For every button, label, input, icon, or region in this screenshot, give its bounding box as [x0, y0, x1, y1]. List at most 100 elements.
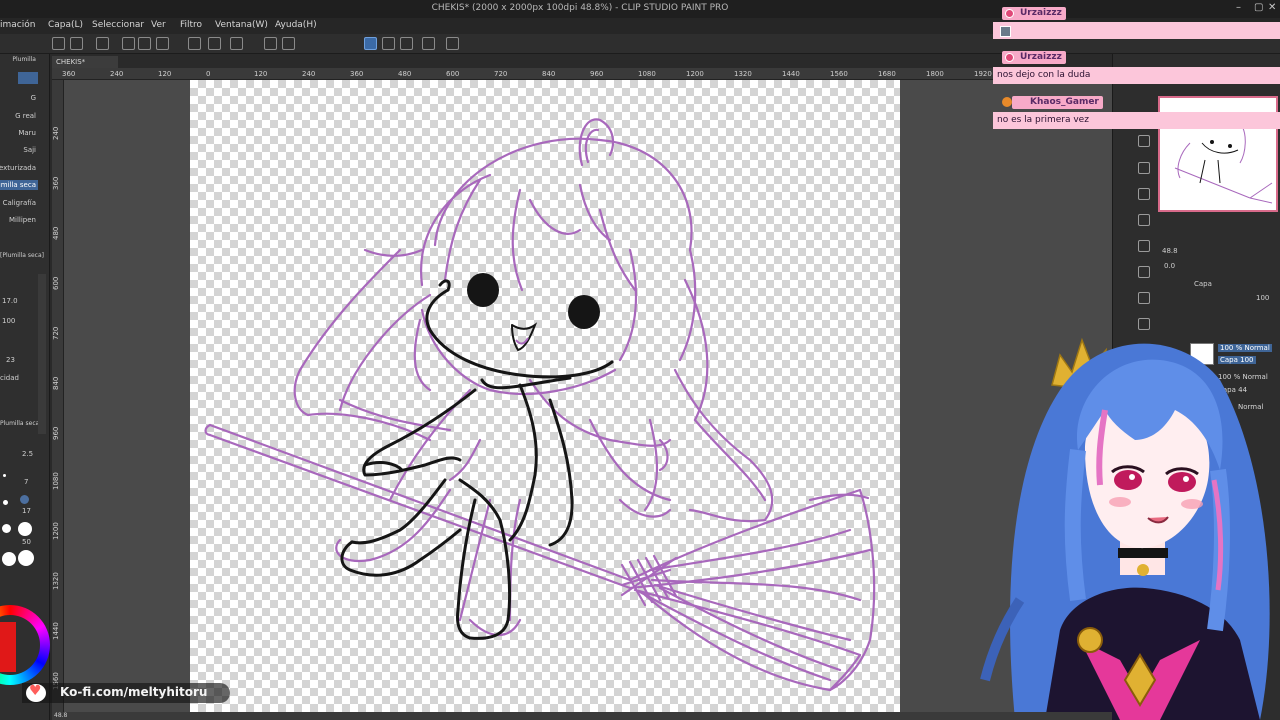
emote-icon — [1000, 26, 1011, 37]
brush-item-selected-top[interactable] — [18, 72, 38, 84]
title-bar: CHEKIS* (2000 x 2000px 100dpi 48.8%) - C… — [0, 0, 1280, 18]
opacity-value[interactable]: 100 — [2, 317, 15, 325]
brush-size-dot[interactable] — [3, 474, 6, 477]
history-icon[interactable] — [1138, 240, 1150, 252]
settings-icon[interactable] — [96, 37, 109, 50]
app-window: CHEKIS* (2000 x 2000px 100dpi 48.8%) - C… — [0, 0, 1280, 720]
redo-icon[interactable] — [208, 37, 221, 50]
pencil-tool-icon[interactable] — [400, 37, 413, 50]
edit-icon[interactable] — [70, 37, 83, 50]
layers-icon[interactable] — [1138, 162, 1150, 174]
subview-icon[interactable] — [1138, 214, 1150, 226]
moderator-badge-icon — [1005, 53, 1014, 62]
brush-item-texturizada[interactable]: Texturizada — [0, 164, 36, 172]
stabilization-value[interactable]: 23 — [6, 356, 15, 364]
brush-item-maru[interactable]: Maru — [18, 129, 36, 137]
brush-tool-icon[interactable] — [382, 37, 395, 50]
rotate-value[interactable]: 0.0 — [1164, 262, 1175, 270]
brush-size-dot[interactable] — [18, 522, 32, 536]
current-color-swatch[interactable] — [0, 622, 16, 672]
minimize-button[interactable]: – — [1236, 2, 1241, 13]
size-preset-50[interactable]: 50 — [22, 538, 31, 546]
ruler-tick-label: 120 — [254, 70, 268, 78]
brush-size-dot-selected[interactable] — [20, 495, 29, 504]
moderator-badge-icon — [1005, 9, 1014, 18]
kofi-banner: Ko-fi.com/meltyhitoru — [22, 683, 230, 703]
fill-icon[interactable] — [264, 37, 277, 50]
brush-item-saji[interactable]: Saji — [23, 146, 36, 154]
ruler-tick-label: 240 — [302, 70, 316, 78]
left-eye — [467, 273, 499, 307]
material-icon[interactable] — [1138, 188, 1150, 200]
ruler-tick-label: 840 — [542, 70, 556, 78]
brush-size-dot[interactable] — [2, 524, 11, 533]
menu-seleccionar[interactable]: Seleccionar — [92, 20, 144, 30]
brush-size-dot[interactable] — [2, 552, 16, 566]
transform-icon[interactable] — [282, 37, 295, 50]
save-icon[interactable] — [156, 37, 169, 50]
chat-message: no es la primera vez — [993, 112, 1280, 129]
auto-action-icon[interactable] — [1138, 266, 1150, 278]
layer-tab-label[interactable]: Capa — [1194, 280, 1212, 288]
menu-capa[interactable]: Capa(L) — [48, 20, 83, 30]
menu-icon[interactable] — [52, 37, 65, 50]
maximize-button[interactable]: ▢ — [1254, 2, 1263, 13]
drawing-canvas[interactable] — [190, 80, 900, 720]
sub-tool-scrollbar[interactable] — [38, 274, 46, 434]
tab-chekis[interactable]: CHEKIS* — [52, 56, 118, 68]
ruler-tick-label: 1200 — [686, 70, 704, 78]
menu-ventana[interactable]: Ventana(W) — [215, 20, 268, 30]
size-preset-2-5[interactable]: 2.5 — [22, 450, 33, 458]
ruler-tick-label: 960 — [590, 70, 604, 78]
vtuber-avatar — [980, 337, 1270, 720]
menu-filtro[interactable]: Filtro — [180, 20, 202, 30]
brush-item-g-real[interactable]: G real — [15, 112, 36, 120]
menu-ayuda[interactable]: Ayuda(H) — [275, 20, 317, 30]
zoom-value[interactable]: 48.8 — [1162, 247, 1178, 255]
ruler-tick-label: 0 — [206, 70, 211, 78]
chat-username: Khaos_Gamer — [1002, 96, 1103, 109]
ruler-tick-label: 1440 — [782, 70, 800, 78]
kofi-link[interactable]: Ko-fi.com/meltyhitoru — [60, 685, 207, 699]
ruler-tick-label: 480 — [52, 226, 60, 240]
new-file-icon[interactable] — [122, 37, 135, 50]
brush-item-g[interactable]: G — [31, 94, 36, 102]
brush-item-plumilla[interactable]: Plumilla — [12, 56, 36, 63]
ruler-tick-label: 480 — [398, 70, 412, 78]
ruler-tick-label: 360 — [52, 176, 60, 190]
ruler-tick-label: 600 — [52, 276, 60, 290]
brush-size-value[interactable]: 17.0 — [2, 297, 18, 305]
menu-ver[interactable]: Ver — [151, 20, 166, 30]
brush-size-dot[interactable] — [18, 550, 34, 566]
brush-item-caligrafia[interactable]: Caligrafía — [3, 199, 36, 207]
brush-item-millipen[interactable]: Millipen — [9, 216, 36, 224]
ruler-tick-label: 1080 — [638, 70, 656, 78]
ruler-tick-label: 240 — [110, 70, 124, 78]
status-bar: 48.8 — [52, 712, 1112, 720]
size-preset-17[interactable]: 17 — [22, 507, 31, 515]
window-title: CHEKIS* (2000 x 2000px 100dpi 48.8%) - C… — [431, 3, 729, 13]
ruler-tick-label: 1080 — [52, 472, 60, 490]
menu-animacion[interactable]: imación — [0, 20, 35, 30]
loading-icon[interactable] — [230, 37, 243, 50]
right-eye — [568, 295, 600, 329]
open-file-icon[interactable] — [138, 37, 151, 50]
ruler-tick-label: 1920 — [974, 70, 992, 78]
ruler-tick-label: 360 — [350, 70, 364, 78]
help-icon[interactable] — [446, 37, 459, 50]
pen-tool-icon[interactable] — [364, 37, 377, 50]
ruler-icon[interactable] — [422, 37, 435, 50]
brush-size-dot[interactable] — [3, 500, 8, 505]
close-button[interactable]: ✕ — [1268, 2, 1276, 13]
close-panel-icon[interactable] — [1138, 135, 1150, 147]
witch-sketch-drawing — [204, 118, 876, 692]
misc-label: cidad — [0, 374, 19, 382]
ruler-tick-label: 120 — [158, 70, 172, 78]
size-preset-7[interactable]: 7 — [24, 478, 28, 486]
ruler-tick-label: 1320 — [52, 572, 60, 590]
vertical-ruler: 240 360 480 600 720 840 960 1080 1200 1320 1440 156… — [52, 80, 64, 720]
brush-item-plumilla-seca[interactable]: Plumilla seca — [0, 180, 38, 190]
chat-message: nos dejo con la duda — [993, 67, 1280, 84]
chat-message — [993, 22, 1280, 39]
undo-icon[interactable] — [188, 37, 201, 50]
